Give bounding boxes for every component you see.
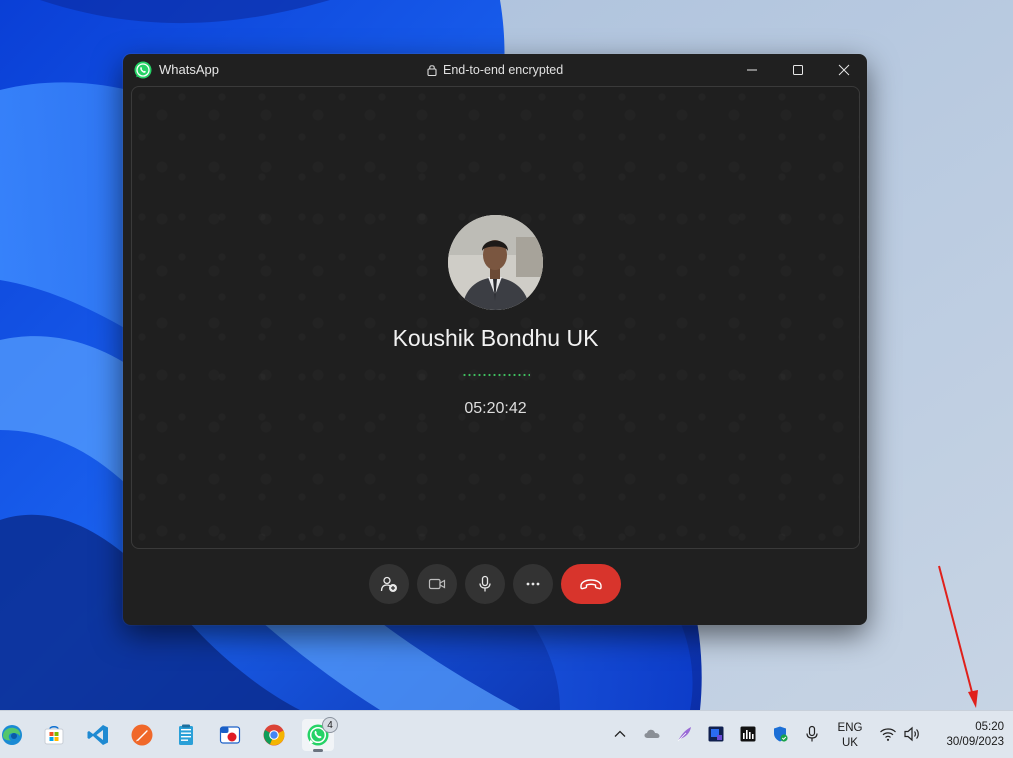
tray-audio-app[interactable] [738, 724, 758, 744]
minimize-icon [747, 69, 757, 71]
window-titlebar[interactable]: WhatsApp End-to-end encrypted [123, 54, 867, 86]
tray-feather-app[interactable] [674, 724, 694, 744]
taskbar-edge[interactable] [0, 719, 28, 751]
mute-button[interactable] [465, 564, 505, 604]
add-participant-button[interactable] [369, 564, 409, 604]
taskbar: 4 ENG UK 05:20 30/09/2023 [0, 710, 1013, 758]
screen-capture-icon [708, 726, 724, 742]
close-icon [838, 64, 850, 76]
microphone-icon [479, 575, 491, 592]
tray-volume[interactable] [902, 724, 922, 744]
call-controls [123, 564, 867, 604]
chevron-up-icon [614, 730, 626, 737]
tray-network[interactable] [878, 724, 898, 744]
feather-icon [677, 727, 691, 742]
tray-onedrive[interactable] [642, 724, 662, 744]
taskbar-sketch-app[interactable] [126, 719, 158, 751]
whatsapp-logo-icon [134, 61, 152, 79]
notepad-icon [179, 724, 193, 745]
add-participant-icon [380, 576, 397, 592]
maximize-icon [793, 65, 803, 75]
shield-icon [774, 726, 788, 742]
clock-time: 05:20 [975, 721, 1004, 733]
taskbar-snipping-tool[interactable] [214, 719, 246, 751]
close-button[interactable] [821, 54, 867, 86]
microsoft-store-icon [44, 725, 64, 745]
whatsapp-call-window: WhatsApp End-to-end encrypted Koushik Bo… [123, 54, 867, 625]
contact-name: Koushik Bondhu UK [392, 325, 599, 351]
language-indicator[interactable]: ENG UK [832, 721, 868, 751]
annotation-arrow [930, 560, 990, 715]
vscode-icon [87, 725, 108, 745]
lock-icon [427, 65, 437, 76]
notification-badge: 4 [322, 717, 338, 733]
audio-levels-icon [740, 726, 756, 742]
taskbar-whatsapp[interactable]: 4 [302, 717, 338, 752]
tray-security[interactable] [770, 724, 790, 744]
video-toggle-button[interactable] [417, 564, 457, 604]
edge-icon [2, 725, 22, 745]
more-options-button[interactable] [513, 564, 553, 604]
maximize-button[interactable] [775, 54, 821, 86]
end-call-icon [580, 579, 602, 590]
microphone-icon [806, 725, 818, 742]
call-status-indicator [462, 373, 530, 377]
show-hidden-icons-button[interactable] [610, 724, 630, 744]
clock-date: 30/09/2023 [946, 736, 1004, 748]
app-title: WhatsApp [159, 62, 219, 77]
language-region: UK [842, 737, 858, 749]
snipping-tool-icon [219, 726, 241, 744]
sketch-app-icon [131, 724, 153, 746]
system-clock[interactable]: 05:20 30/09/2023 [930, 720, 1004, 750]
encryption-status: End-to-end encrypted [427, 63, 563, 77]
language-code: ENG [837, 722, 863, 734]
taskbar-vscode[interactable] [82, 719, 114, 751]
wifi-icon [880, 728, 896, 741]
cloud-icon [644, 729, 660, 738]
end-call-button[interactable] [561, 564, 621, 604]
minimize-button[interactable] [729, 54, 775, 86]
call-panel: Koushik Bondhu UK 05:20:42 [131, 86, 860, 549]
encryption-label: End-to-end encrypted [443, 63, 564, 77]
call-duration: 05:20:42 [464, 400, 527, 417]
speaker-icon [904, 726, 919, 742]
chrome-icon [263, 724, 285, 746]
more-icon [526, 582, 540, 586]
tray-microphone[interactable] [802, 724, 822, 744]
taskbar-chrome[interactable] [258, 719, 290, 751]
taskbar-microsoft-store[interactable] [38, 719, 70, 751]
tray-screen-app[interactable] [706, 724, 726, 744]
video-icon [428, 578, 446, 590]
contact-avatar [448, 215, 543, 310]
taskbar-notepad[interactable] [170, 719, 202, 751]
active-app-indicator [313, 749, 323, 752]
